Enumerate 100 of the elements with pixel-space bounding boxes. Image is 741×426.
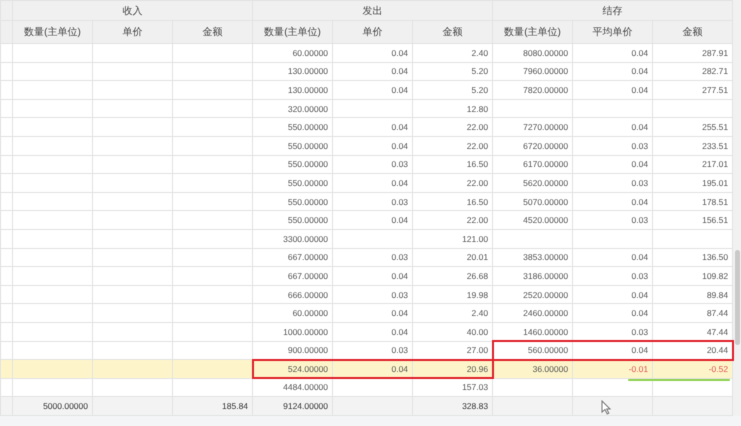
table-cell: 109.82 (652, 266, 733, 286)
table-cell: 26.68 (412, 266, 493, 286)
table-cell: 2.40 (412, 304, 493, 322)
table-cell: 0.04 (332, 210, 413, 230)
table-cell: 255.51 (652, 118, 733, 136)
table-cell: 0.04 (572, 44, 653, 62)
table-cell: 16.50 (412, 192, 493, 211)
table-cell: 2520.00000 (492, 285, 573, 304)
table-cell: 0.03 (572, 266, 653, 286)
table-cell: 0.04 (572, 304, 653, 322)
table-cell: 195.01 (652, 174, 733, 192)
column-header[interactable]: 数量(主单位) (12, 20, 92, 44)
table-cell: 0.04 (332, 266, 413, 286)
table-cell: 0.04 (332, 80, 413, 100)
table-cell: 550.00000 (252, 155, 333, 174)
table-cell: 3186.00000 (492, 266, 573, 286)
table-cell: 4520.00000 (492, 210, 573, 230)
table-cell: 0.04 (332, 322, 413, 341)
table-cell: 666.00000 (252, 285, 333, 304)
table-cell: 0.04 (332, 136, 413, 156)
table-cell: 550.00000 (252, 192, 333, 211)
table-cell: 667.00000 (252, 248, 333, 267)
table-cell: 0.03 (332, 248, 413, 267)
table-cell: 217.01 (652, 155, 733, 174)
column-group-header: 结存 (492, 0, 733, 20)
table-cell: 2.40 (412, 44, 493, 62)
table-cell: 0.04 (332, 44, 413, 62)
table-cell: 550.00000 (252, 174, 333, 192)
table-cell: 0.04 (572, 118, 653, 136)
table-cell: 6170.00000 (492, 155, 573, 174)
table-cell: 16.50 (412, 155, 493, 174)
table-cell: 0.03 (572, 136, 653, 156)
table-cell: 277.51 (652, 80, 733, 100)
table-cell: 5620.00000 (492, 174, 573, 192)
table-cell: 22.00 (412, 210, 493, 230)
table-cell: 2460.00000 (492, 304, 573, 322)
table-cell: 0.03 (572, 174, 653, 192)
table-cell: 60.00000 (252, 304, 333, 322)
table-cell: 9124.00000 (252, 396, 333, 416)
column-header[interactable]: 金额 (412, 20, 493, 44)
table-cell: 328.83 (412, 396, 493, 416)
table-cell: 0.04 (572, 80, 653, 100)
table-cell: 22.00 (412, 118, 493, 136)
column-header[interactable]: 金额 (652, 20, 733, 44)
table-cell: 185.84 (172, 396, 253, 416)
table-cell: 550.00000 (252, 118, 333, 136)
table-cell: 22.00 (412, 136, 493, 156)
table-cell: 0.04 (572, 62, 653, 81)
table-cell: 0.04 (332, 304, 413, 322)
table-cell: 0.04 (572, 285, 653, 304)
table-cell: 550.00000 (252, 210, 333, 230)
table-cell: 130.00000 (252, 62, 333, 81)
column-header[interactable]: 单价 (332, 20, 413, 44)
scrollbar[interactable] (733, 0, 741, 416)
table-cell: 0.03 (332, 192, 413, 211)
table-cell: 8080.00000 (492, 44, 573, 62)
table-cell: 0.04 (572, 192, 653, 211)
table-cell: 130.00000 (252, 80, 333, 100)
table-cell: 6720.00000 (492, 136, 573, 156)
table-cell: 0.04 (332, 174, 413, 192)
table-cell: 667.00000 (252, 266, 333, 286)
column-group-header: 发出 (252, 0, 493, 20)
table-cell: 0.03 (572, 210, 653, 230)
table-cell: 7820.00000 (492, 80, 573, 100)
table-cell: 0.03 (332, 155, 413, 174)
table-cell: 7960.00000 (492, 62, 573, 81)
table-cell: 87.44 (652, 304, 733, 322)
column-header[interactable]: 数量(主单位) (252, 20, 333, 44)
table-cell: 19.98 (412, 285, 493, 304)
table-cell: 3300.00000 (252, 229, 333, 248)
table-cell: 22.00 (412, 174, 493, 192)
column-header[interactable]: 金额 (172, 20, 253, 44)
table-cell: 0.04 (572, 248, 653, 267)
table-cell: 287.91 (652, 44, 733, 62)
table-cell: 12.80 (412, 99, 493, 118)
table-cell: 40.00 (412, 322, 493, 341)
table-cell: 5.20 (412, 80, 493, 100)
column-header[interactable]: 数量(主单位) (492, 20, 573, 44)
column-header[interactable]: 平均单价 (572, 20, 653, 44)
table-cell: 7270.00000 (492, 118, 573, 136)
scroll-thumb[interactable] (735, 250, 740, 345)
table-cell: 3853.00000 (492, 248, 573, 267)
table-cell: 5070.00000 (492, 192, 573, 211)
column-header[interactable]: 单价 (92, 20, 172, 44)
table-cell: 89.84 (652, 285, 733, 304)
table-cell: 1000.00000 (252, 322, 333, 341)
table-cell: 156.51 (652, 210, 733, 230)
table-cell: 550.00000 (252, 136, 333, 156)
table-cell: 0.04 (332, 62, 413, 81)
table-cell: 136.50 (652, 248, 733, 267)
table-cell: 0.03 (332, 285, 413, 304)
table-cell: 178.51 (652, 192, 733, 211)
table-cell: 233.51 (652, 136, 733, 156)
table-cell: 5.20 (412, 62, 493, 81)
column-group-header: 收入 (12, 0, 253, 20)
table-cell: 0.04 (572, 155, 653, 174)
table-cell: 20.01 (412, 248, 493, 267)
table-cell: 60.00000 (252, 44, 333, 62)
table-cell: 121.00 (412, 229, 493, 248)
table-cell: 0.04 (332, 118, 413, 136)
